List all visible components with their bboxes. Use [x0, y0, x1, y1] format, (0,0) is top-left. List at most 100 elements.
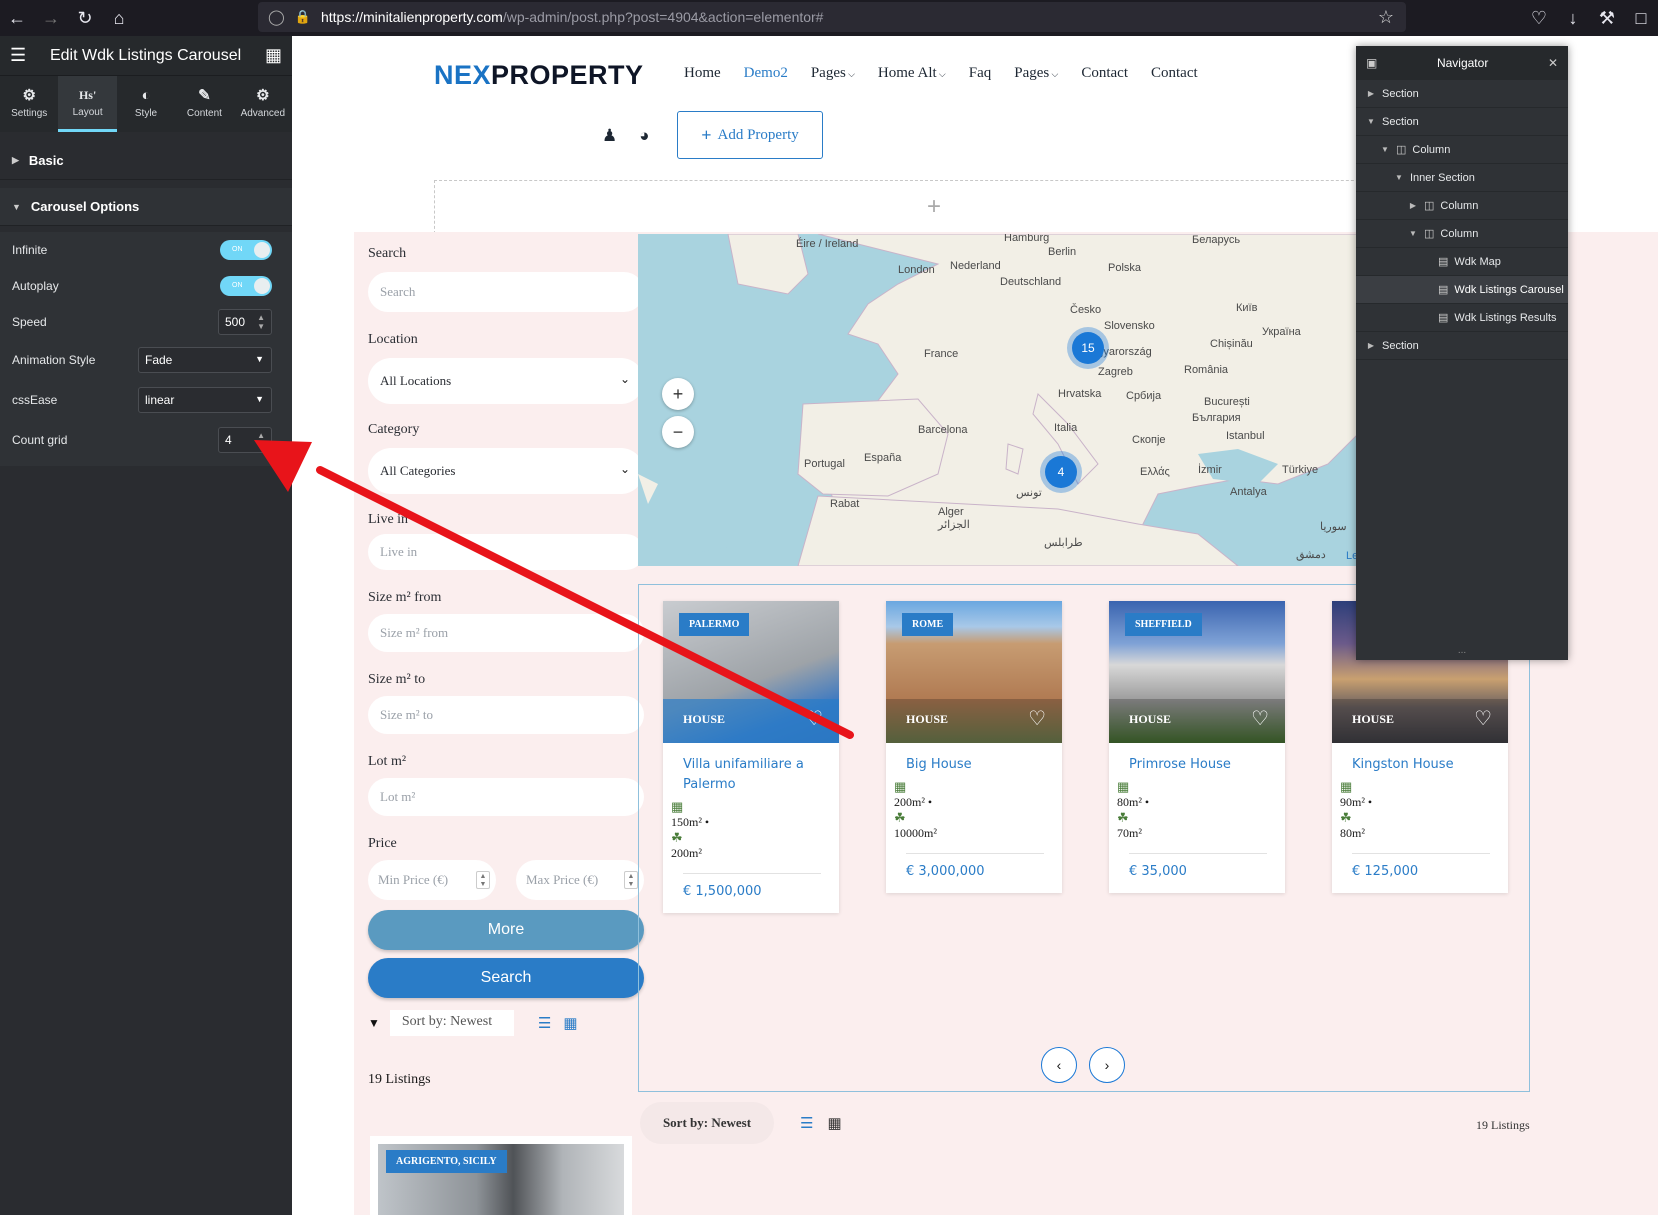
property-title[interactable]: Primrose House — [1109, 743, 1285, 775]
heart-icon[interactable]: ♡ — [1251, 706, 1269, 731]
navigator-item[interactable]: ▶ Section — [1356, 332, 1568, 360]
caret-right-icon[interactable]: ▶ — [1406, 201, 1420, 210]
search-input[interactable]: Search — [368, 272, 644, 312]
forward-icon[interactable]: → — [34, 0, 68, 36]
stepper-icon[interactable]: ▲ ▼ — [476, 871, 490, 889]
listings-map[interactable]: Éire / Ireland London Nederland Hamburg … — [638, 234, 1358, 566]
hamburger-menu-icon[interactable]: ☰ — [10, 45, 26, 66]
more-button[interactable]: More — [368, 910, 644, 950]
reload-icon[interactable]: ↻ — [68, 0, 102, 36]
tab-style[interactable]: ◐ Style — [117, 76, 175, 132]
zoom-out-button[interactable]: − — [662, 416, 694, 448]
menu-item-demo2[interactable]: Demo2 — [744, 65, 788, 82]
livein-input[interactable]: Live in — [368, 534, 644, 570]
tab-advanced[interactable]: ⚙ Advanced — [234, 76, 292, 132]
caret-right-icon[interactable]: ▶ — [1364, 89, 1378, 98]
navigator-item[interactable]: ▼ ◫ Column — [1356, 136, 1568, 164]
pocket-icon[interactable]: ♡ — [1522, 0, 1556, 36]
menu-item-home[interactable]: Home — [684, 65, 721, 82]
caret-down-icon[interactable]: ▼ — [1392, 173, 1406, 182]
add-section-placeholder[interactable]: + — [434, 180, 1434, 234]
grid-view-icon[interactable]: ▦ — [827, 1114, 841, 1132]
property-title[interactable]: Villa unifamiliare a Palermo — [663, 743, 839, 795]
lot-input[interactable]: Lot m² — [368, 778, 644, 816]
heart-icon[interactable]: ♡ — [1028, 706, 1046, 731]
site-logo[interactable]: NEXPROPERTY — [434, 60, 644, 91]
count-grid-input[interactable]: 4 ▲ ▼ — [218, 427, 272, 453]
infinite-toggle[interactable]: ON — [220, 240, 272, 260]
property-card[interactable]: SHEFFIELD HOUSE ♡ Primrose House ▦ 80m² … — [1109, 601, 1285, 893]
heart-icon[interactable]: ♡ — [1474, 706, 1492, 731]
widgets-grid-icon[interactable]: ▦ — [265, 45, 282, 66]
zoom-in-button[interactable]: + — [662, 378, 694, 410]
size-from-input[interactable]: Size m² from — [368, 614, 644, 652]
menu-item-pages[interactable]: Pages — [811, 65, 855, 82]
heart-icon[interactable]: ♡ — [805, 706, 823, 731]
speed-input[interactable]: 500 ▲ ▼ — [218, 309, 272, 335]
category-select[interactable]: All Categories ⌄ — [368, 448, 644, 494]
stepper-icon[interactable]: ▲ ▼ — [257, 431, 265, 449]
list-view-icon[interactable]: ☰ — [538, 1014, 551, 1033]
animation-style-select[interactable]: Fade ▼ — [138, 347, 272, 373]
caret-right-icon[interactable]: ▶ — [1364, 341, 1378, 350]
map-cluster[interactable]: 15 — [1072, 332, 1104, 364]
autoplay-toggle[interactable]: ON — [220, 276, 272, 296]
carousel-next-button[interactable]: › — [1089, 1047, 1125, 1083]
menu-item-faq[interactable]: Faq — [969, 65, 992, 82]
cssease-select[interactable]: linear ▼ — [138, 387, 272, 413]
extensions-icon[interactable]: □ — [1624, 0, 1658, 36]
menu-item-home-alt[interactable]: Home Alt — [878, 65, 946, 82]
menu-item-contact-2[interactable]: Contact — [1151, 65, 1198, 82]
navigator-item[interactable]: ▶ Section — [1356, 80, 1568, 108]
property-card[interactable]: PALERMO HOUSE ♡ Villa unifamiliare a Pal… — [663, 601, 839, 913]
location-select[interactable]: All Locations ⌄ — [368, 358, 644, 404]
dashboard-icon[interactable]: ◕ — [639, 126, 649, 146]
user-remove-icon[interactable]: ♟ — [602, 126, 617, 146]
bottom-sort-select[interactable]: Sort by: Newest — [640, 1102, 774, 1144]
address-bar[interactable]: ◯ 🔒 https://minitalienproperty.com/wp-ad… — [258, 2, 1406, 32]
download-icon[interactable]: ↓ — [1556, 0, 1590, 36]
carousel-prev-button[interactable]: ‹ — [1041, 1047, 1077, 1083]
section-carousel-toggle[interactable]: ▼ Carousel Options — [0, 188, 292, 226]
min-price-input[interactable]: Min Price (€) ▲ ▼ — [368, 860, 496, 900]
bookmark-star-icon[interactable]: ☆ — [1378, 7, 1394, 28]
listing-preview-card[interactable]: AGRIGENTO, SICILY — [370, 1136, 632, 1215]
add-property-button[interactable]: + Add Property — [677, 111, 823, 159]
lock-icon: 🔒 — [294, 9, 311, 24]
property-card[interactable]: ROME HOUSE ♡ Big House ▦ 200m² • ☘ 10000… — [886, 601, 1062, 893]
map-cluster[interactable]: 4 — [1045, 456, 1077, 488]
grid-view-icon[interactable]: ▦ — [563, 1014, 577, 1033]
sort-select[interactable]: Sort by: Newest — [389, 1010, 514, 1036]
size-to-input[interactable]: Size m² to — [368, 696, 644, 734]
stepper-icon[interactable]: ▲ ▼ — [257, 313, 265, 331]
tab-layout[interactable]: Hs' Layout — [58, 76, 117, 132]
wrench-icon[interactable]: ⚒ — [1590, 0, 1624, 36]
stepper-icon[interactable]: ▲ ▼ — [624, 871, 638, 889]
max-price-input[interactable]: Max Price (€) ▲ ▼ — [516, 860, 644, 900]
list-view-icon[interactable]: ☰ — [800, 1114, 813, 1132]
back-icon[interactable]: ← — [0, 0, 34, 36]
property-title[interactable]: Big House — [886, 743, 1062, 775]
navigator-item[interactable]: ▤ Wdk Listings Results — [1356, 304, 1568, 332]
navigator-item[interactable]: ▼ ◫ Column — [1356, 220, 1568, 248]
navigator-item[interactable]: ▼ Inner Section — [1356, 164, 1568, 192]
collapse-all-icon[interactable]: ▣ — [1366, 56, 1377, 70]
menu-item-contact[interactable]: Contact — [1081, 65, 1128, 82]
property-title[interactable]: Kingston House — [1332, 743, 1508, 775]
menu-item-pages-2[interactable]: Pages — [1014, 65, 1058, 82]
navigator-item[interactable]: ▤ Wdk Map — [1356, 248, 1568, 276]
home-icon[interactable]: ⌂ — [102, 0, 136, 36]
tab-settings[interactable]: ⚙ Settings — [0, 76, 58, 132]
section-basic-toggle[interactable]: ▶ Basic — [0, 142, 292, 180]
navigator-item[interactable]: ▼ Section — [1356, 108, 1568, 136]
close-icon[interactable]: ✕ — [1548, 56, 1558, 70]
resize-handle-icon[interactable]: ... — [1356, 646, 1568, 660]
caret-down-icon[interactable]: ▼ — [1364, 117, 1378, 126]
search-button[interactable]: Search — [368, 958, 644, 998]
tab-content[interactable]: ✎ Content — [175, 76, 233, 132]
navigator-item[interactable]: ▤ Wdk Listings Carousel — [1356, 276, 1568, 304]
caret-down-icon[interactable]: ▼ — [1406, 229, 1420, 238]
control-count-grid: Count grid 4 ▲ ▼ — [0, 420, 292, 460]
navigator-item[interactable]: ▶ ◫ Column — [1356, 192, 1568, 220]
caret-down-icon[interactable]: ▼ — [1378, 145, 1392, 154]
